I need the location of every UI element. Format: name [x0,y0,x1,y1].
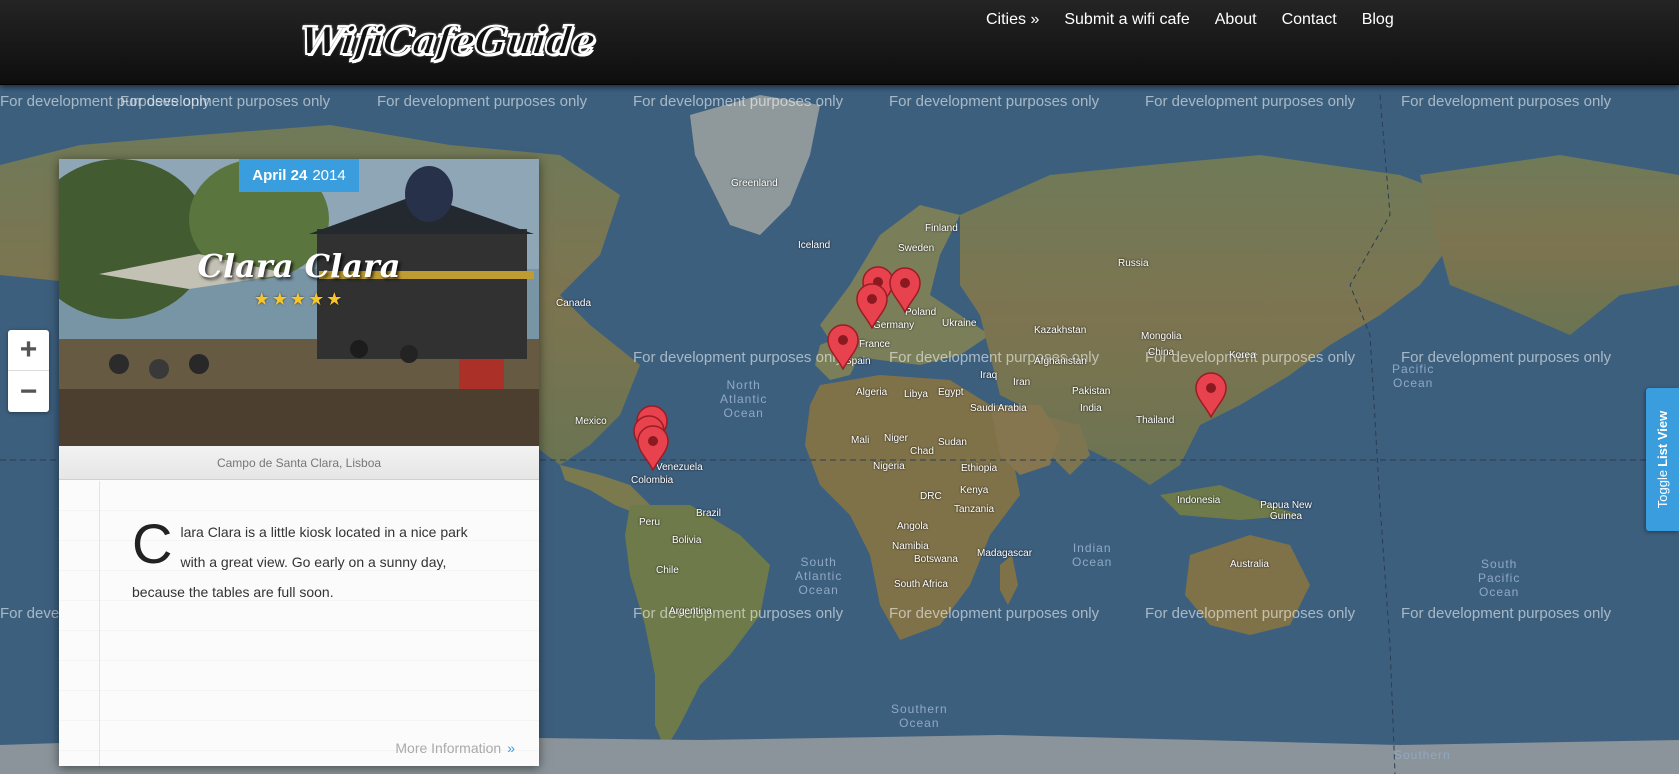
map-label: Niger [884,433,908,444]
map-label: Peru [639,517,661,528]
map-label: Mexico [575,416,607,427]
ocean-label: Southern [1394,748,1451,762]
nav-blog[interactable]: Blog [1362,11,1394,29]
map-label: Chile [656,565,679,576]
cafe-marker[interactable] [826,324,860,370]
map-watermark: For development purposes only [889,93,1100,110]
map-label: Korea [1229,350,1256,361]
ocean-label: Indian Ocean [1072,541,1113,569]
map-label: Tanzania [954,504,995,515]
map-label: Chad [910,446,934,457]
map-label: Botswana [914,554,958,565]
map-watermark: For development purposes only [633,349,844,366]
zoom-in-button[interactable]: + [8,330,49,371]
map-label: Thailand [1136,415,1175,426]
toggle-list-view-button[interactable]: Toggle List View [1646,388,1679,531]
toggle-label: List View [1655,410,1670,467]
map-label: Iraq [980,370,998,381]
map-label: Sudan [938,437,967,448]
zoom-control: + − [8,330,49,412]
main-nav: Cities » Submit a wifi cafe About Contac… [986,11,1419,29]
map-label: Sweden [898,243,935,254]
site-logo[interactable]: WifiCafeGuide [297,17,599,64]
map-watermark: For development purposes only [120,93,331,110]
map-label: India [1080,403,1102,414]
map-label: Indonesia [1177,495,1221,506]
map-label: Russia [1118,258,1149,269]
cafe-description: C lara Clara is a little kiosk located i… [132,512,472,607]
map-label: Afghanistan [1034,356,1087,367]
map-label: Bolivia [672,535,702,546]
cafe-location: Campo de Santa Clara, Lisboa [59,446,539,480]
map-label: Kazakhstan [1034,325,1087,336]
nav-contact[interactable]: Contact [1282,11,1337,29]
date-badge: April 24 2014 [239,159,359,192]
ocean-label: Southern Ocean [891,702,948,730]
map-label: Madagascar [977,548,1033,559]
map-label: Ukraine [942,318,977,329]
map-label: Australia [1230,559,1269,570]
map-label: Papua New Guinea [1260,500,1312,522]
ocean-label: South Atlantic Ocean [795,555,843,597]
nav-about[interactable]: About [1215,11,1257,29]
nav-submit-wifi-cafe[interactable]: Submit a wifi cafe [1064,11,1189,29]
map-watermark: For development purposes only [633,605,844,622]
map-watermark: For development purposes only [633,93,844,110]
map-label: Saudi Arabia [970,403,1027,414]
map-watermark: For development purposes only [1145,93,1356,110]
cafe-marker[interactable] [888,267,922,313]
cafe-marker[interactable] [636,425,670,471]
map-label: Angola [897,521,929,532]
ocean-label: North Atlantic Ocean [720,378,768,420]
map-label: Egypt [938,387,964,398]
map-watermark: For development purposes only [1401,93,1612,110]
drop-cap: C [132,512,173,575]
map-label: Namibia [892,541,929,552]
map-label: Nigeria [873,461,905,472]
map-label: Kenya [960,485,989,496]
cafe-marker[interactable] [1194,372,1228,418]
more-information-link[interactable]: More Information» [395,740,515,756]
cafe-photo[interactable]: April 24 2014 Clara Clara ★★★★★ [59,159,539,446]
map-label: Mongolia [1141,331,1182,342]
site-header: WifiCafeGuide Cities » Submit a wifi caf… [0,0,1679,85]
description-panel: C lara Clara is a little kiosk located i… [59,481,539,766]
map-label: DRC [920,491,942,502]
map-label: Iceland [798,240,831,251]
map-watermark: For development purposes only [889,605,1100,622]
map-label: Pakistan [1072,386,1111,397]
ocean-label: South Pacific Ocean [1478,557,1521,599]
map-label: Iran [1013,377,1031,388]
rating-stars: ★★★★★ [253,289,345,310]
nav-cities[interactable]: Cities » [986,11,1039,29]
cafe-card: April 24 2014 Clara Clara ★★★★★ Campo de … [59,159,539,766]
map-label: Brazil [696,508,722,519]
map-label: Greenland [731,178,778,189]
map-label: Mali [851,435,870,446]
chevron-right-icon: » [507,740,515,756]
zoom-out-button[interactable]: − [8,371,49,412]
toggle-prefix: Toggle [1655,469,1670,509]
cafe-name[interactable]: Clara Clara [59,247,539,285]
ocean-label: Pacific Ocean [1392,362,1435,390]
map-label: China [1148,347,1175,358]
map-label: Libya [904,389,928,400]
map-label: Colombia [631,475,674,486]
map-watermark: For development purposes only [1145,605,1356,622]
map-label: France [859,339,891,350]
description-text: lara Clara is a little kiosk located in … [132,524,468,600]
map-label: Argentina [669,606,712,617]
cafe-marker[interactable] [855,283,889,329]
map-watermark: For development purposes only [377,93,588,110]
map-label: Ethiopia [961,463,998,474]
map-label: Finland [925,223,958,234]
map-watermark: For development purposes only [1401,605,1612,622]
map-label: Algeria [856,387,888,398]
map-label: South Africa [894,579,948,590]
map-label: Canada [556,298,592,309]
